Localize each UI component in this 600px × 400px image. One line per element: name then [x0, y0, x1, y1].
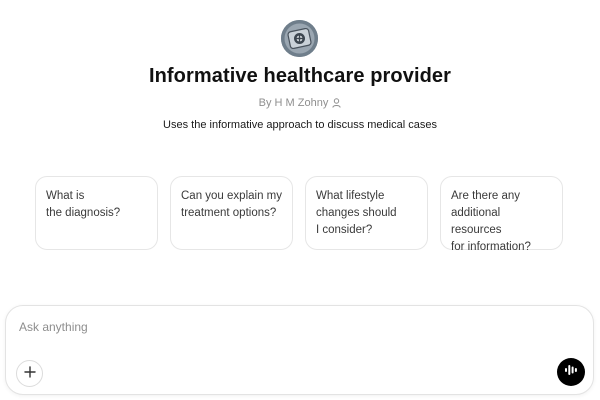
- medical-logo-icon: [281, 20, 318, 57]
- suggestion-card-1[interactable]: What is the diagnosis?: [35, 176, 158, 250]
- voice-mode-icon: [564, 363, 578, 382]
- gpt-description: Uses the informative approach to discuss…: [163, 119, 437, 131]
- voice-mode-button[interactable]: [557, 358, 585, 386]
- message-input[interactable]: [19, 318, 539, 336]
- suggestion-cards: What is the diagnosis? Can you explain m…: [35, 176, 563, 253]
- gpt-page: Informative healthcare provider By H M Z…: [0, 0, 600, 400]
- person-icon: [332, 98, 342, 108]
- gpt-title: Informative healthcare provider: [148, 65, 452, 87]
- message-composer: [5, 305, 594, 395]
- plus-icon: [23, 365, 36, 383]
- suggestion-card-4[interactable]: Are there any additional resources for i…: [440, 176, 563, 253]
- suggestion-card-2[interactable]: Can you explain my treatment options?: [170, 176, 293, 250]
- suggestion-card-3[interactable]: What lifestyle changes should I consider…: [305, 176, 428, 250]
- author-name[interactable]: By H M Zohny: [259, 97, 329, 109]
- attach-button[interactable]: [16, 360, 43, 387]
- author-line[interactable]: By H M Zohny: [0, 97, 600, 109]
